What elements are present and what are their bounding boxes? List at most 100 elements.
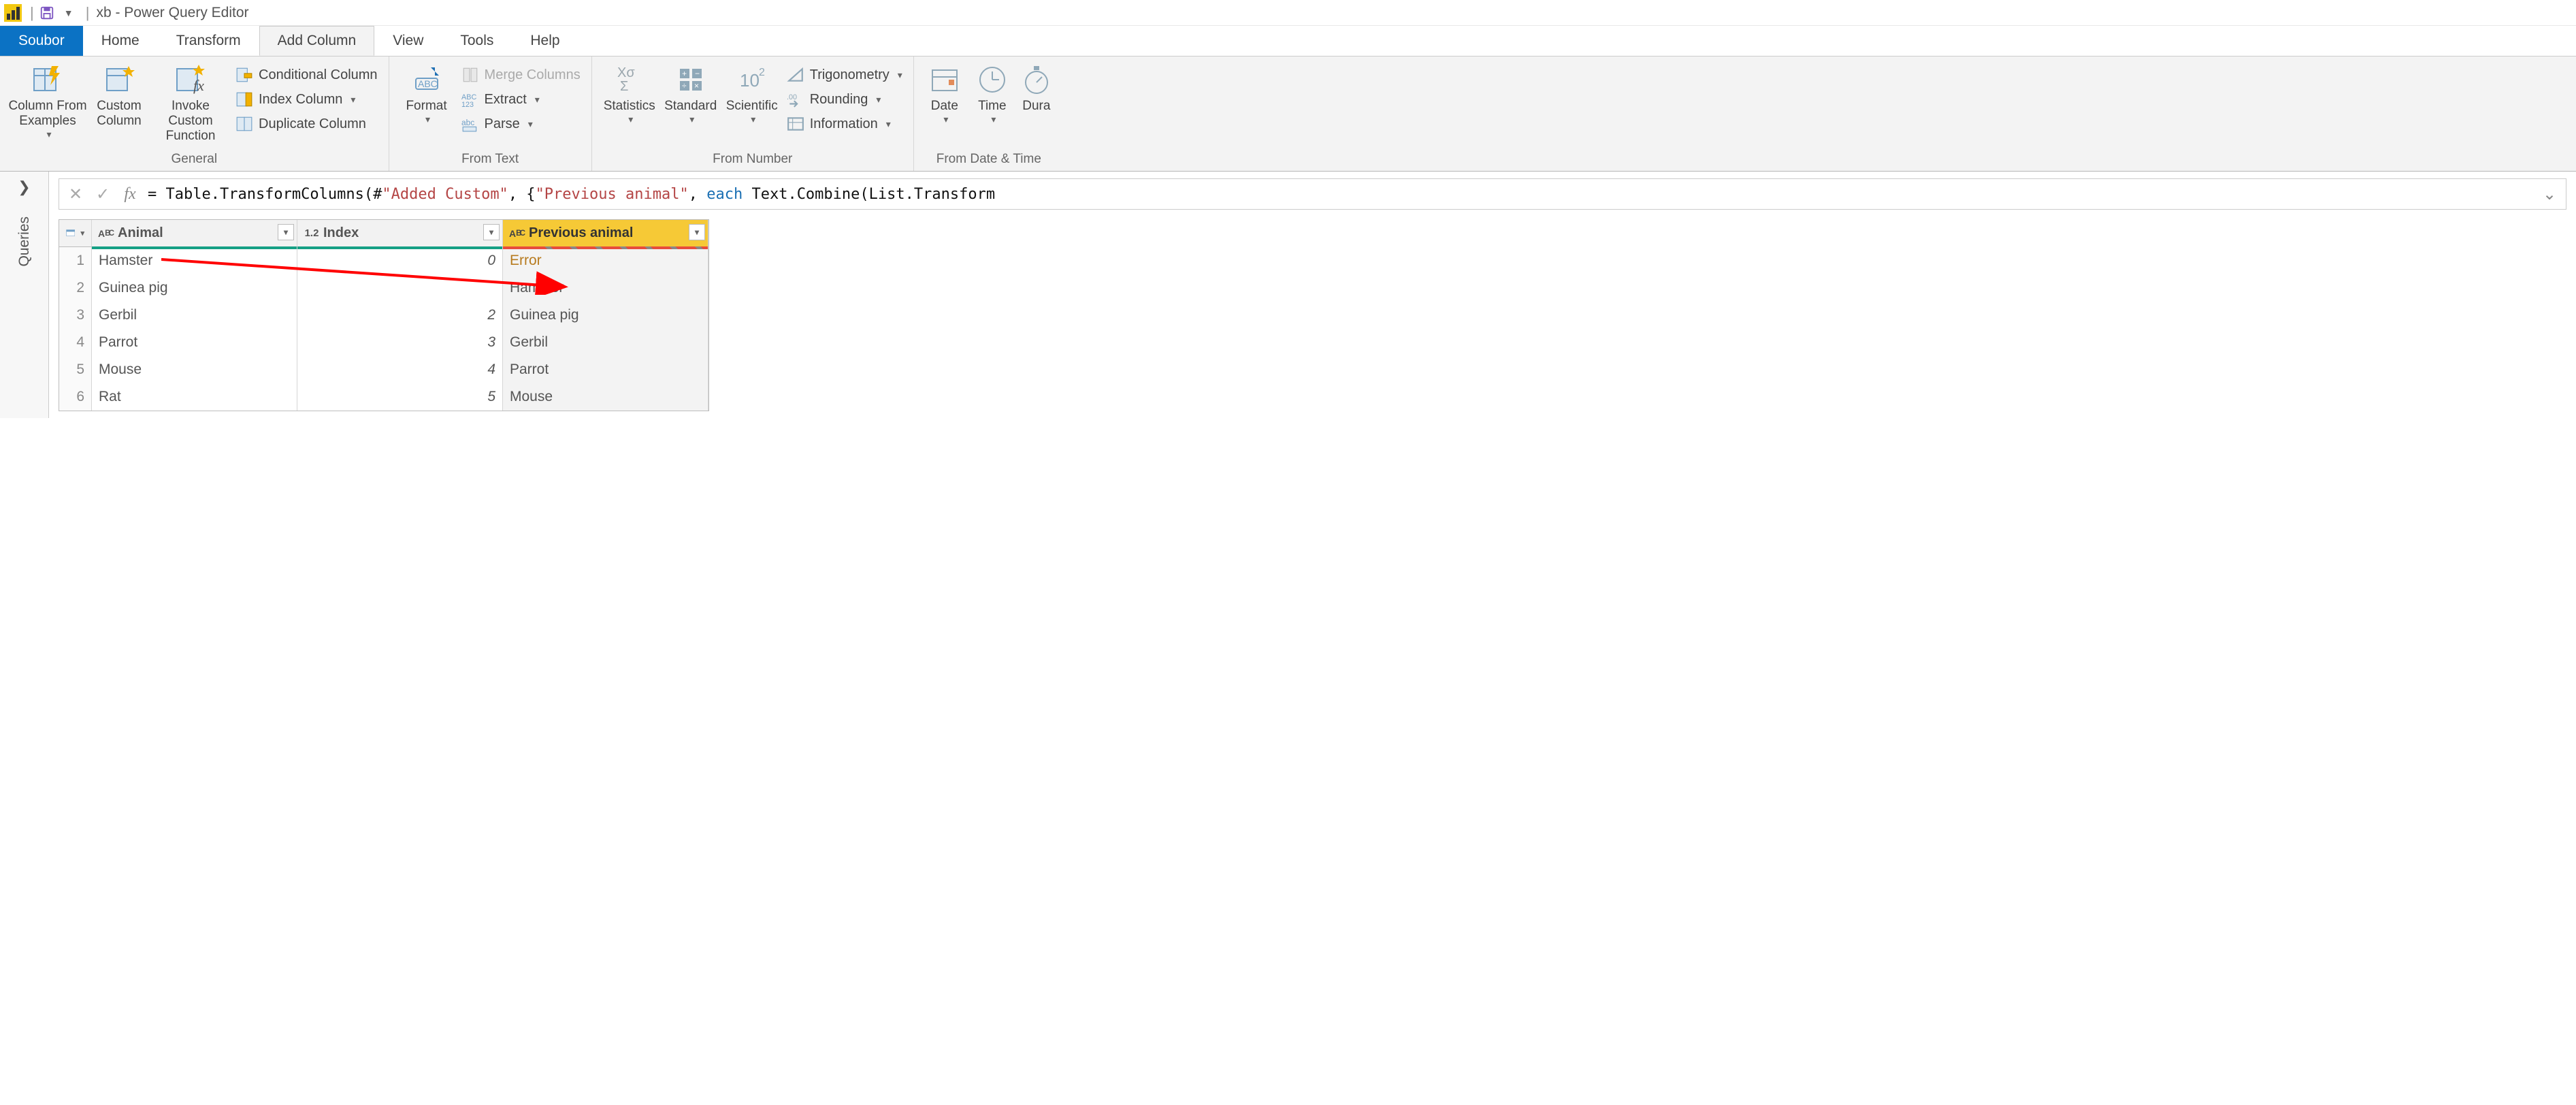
group-label: General: [7, 150, 382, 170]
expand-formula-button[interactable]: ⌄: [2540, 185, 2559, 204]
cell-index[interactable]: 4: [297, 356, 503, 383]
trigonometry-icon: [787, 66, 804, 84]
cell-animal[interactable]: Mouse: [92, 356, 297, 383]
time-button[interactable]: Time▾: [968, 61, 1016, 127]
cell-previous-animal[interactable]: Gerbil: [503, 329, 708, 356]
date-button[interactable]: Date▾: [921, 61, 968, 127]
scientific-button[interactable]: 102 Scientific▾: [721, 61, 783, 127]
window-title: xb - Power Query Editor: [96, 5, 248, 21]
filter-button[interactable]: ▾: [483, 224, 500, 240]
custom-column-button[interactable]: Custom Column: [88, 61, 150, 131]
cell-index[interactable]: 0: [297, 247, 503, 274]
merge-columns-button[interactable]: Merge Columns: [457, 63, 585, 86]
btn-label: Parse: [485, 116, 520, 132]
expand-queries-button[interactable]: ❯: [18, 178, 30, 196]
ribbon: Column From Examples▾ Custom Column fx I…: [0, 56, 2576, 172]
table-fx-icon: fx: [174, 63, 207, 96]
merge-columns-icon: [461, 66, 479, 84]
column-header-animal[interactable]: ABC Animal ▾: [92, 220, 297, 247]
filter-button[interactable]: ▾: [278, 224, 294, 240]
index-column-button[interactable]: Index Column▾: [231, 88, 382, 111]
tab-transform[interactable]: Transform: [158, 26, 259, 56]
invoke-custom-function-button[interactable]: fx Invoke Custom Function: [150, 61, 231, 146]
table-row[interactable]: 2Guinea pig Hamster: [59, 274, 708, 302]
cell-index[interactable]: [297, 274, 503, 302]
parse-button[interactable]: abc Parse▾: [457, 112, 585, 135]
svg-text:×: ×: [694, 81, 699, 91]
column-from-examples-button[interactable]: Column From Examples▾: [7, 61, 88, 142]
standard-button[interactable]: +−÷× Standard▾: [660, 61, 721, 127]
table-row[interactable]: 3Gerbil2Guinea pig: [59, 302, 708, 329]
chevron-down-icon: ▾: [350, 94, 355, 106]
format-button[interactable]: ABC Format▾: [396, 61, 457, 127]
format-icon: ABC: [410, 63, 443, 96]
cell-index[interactable]: 5: [297, 383, 503, 411]
extract-icon: ABC123: [461, 91, 479, 108]
btn-label: Duplicate Column: [259, 116, 366, 132]
table-row[interactable]: 6Rat5Mouse: [59, 383, 708, 411]
cell-previous-animal[interactable]: Parrot: [503, 356, 708, 383]
column-header-previous-animal[interactable]: ABC Previous animal ▾: [503, 220, 708, 247]
decimal-type-icon: 1.2: [304, 227, 319, 240]
tab-tools[interactable]: Tools: [442, 26, 512, 56]
chevron-down-icon: ▾: [898, 69, 902, 81]
cell-animal[interactable]: Gerbil: [92, 302, 297, 329]
cell-previous-animal[interactable]: Hamster: [503, 274, 708, 302]
conditional-column-button[interactable]: Conditional Column: [231, 63, 382, 86]
stopwatch-icon: [1020, 63, 1053, 96]
svg-text:÷: ÷: [682, 81, 687, 91]
btn-label: Date: [931, 99, 958, 114]
rounding-button[interactable]: .00 Rounding▾: [783, 88, 907, 111]
extract-button[interactable]: ABC123 Extract▾: [457, 88, 585, 111]
svg-text:123: 123: [461, 101, 474, 108]
tab-home[interactable]: Home: [83, 26, 158, 56]
cell-index[interactable]: 3: [297, 329, 503, 356]
table-star-icon: [103, 63, 135, 96]
btn-label: Column From Examples: [8, 99, 87, 129]
select-all-cell[interactable]: ▾: [59, 220, 92, 247]
btn-label: Scientific: [726, 99, 778, 114]
cancel-formula-button[interactable]: ✕: [66, 185, 85, 204]
table-row[interactable]: 5Mouse4Parrot: [59, 356, 708, 383]
duration-button[interactable]: Dura: [1016, 61, 1057, 116]
btn-label: Time: [978, 99, 1007, 114]
duplicate-column-button[interactable]: Duplicate Column: [231, 112, 382, 135]
save-button[interactable]: [38, 4, 56, 22]
qat-separator: |: [30, 4, 34, 22]
cell-previous-animal[interactable]: Error: [503, 247, 708, 274]
cell-animal[interactable]: Parrot: [92, 329, 297, 356]
tab-add-column[interactable]: Add Column: [259, 26, 375, 56]
cell-previous-animal[interactable]: Guinea pig: [503, 302, 708, 329]
information-button[interactable]: Information▾: [783, 112, 907, 135]
cell-animal[interactable]: Hamster: [92, 247, 297, 274]
ribbon-group-general: Column From Examples▾ Custom Column fx I…: [0, 57, 389, 171]
ribbon-group-from-number: XσΣ Statistics▾ +−÷× Standard▾ 102 Scien…: [592, 57, 914, 171]
btn-label: Standard: [664, 99, 717, 114]
qat-dropdown-icon[interactable]: ▼: [60, 4, 78, 22]
row-number: 2: [59, 274, 92, 302]
title-bar: | ▼ | xb - Power Query Editor: [0, 0, 2576, 26]
formula-input[interactable]: = Table.TransformColumns(#"Added Custom"…: [148, 186, 2532, 203]
table-row[interactable]: 4Parrot3Gerbil: [59, 329, 708, 356]
btn-label: Trigonometry: [810, 67, 890, 83]
cell-index[interactable]: 2: [297, 302, 503, 329]
chevron-down-icon: ▾: [528, 118, 533, 130]
commit-formula-button[interactable]: ✓: [93, 185, 112, 204]
cell-animal[interactable]: Rat: [92, 383, 297, 411]
tab-file[interactable]: Soubor: [0, 26, 83, 56]
chevron-down-icon: ▾: [943, 114, 948, 125]
index-column-icon: [235, 91, 253, 108]
trigonometry-button[interactable]: Trigonometry ▾: [783, 63, 907, 86]
cell-animal[interactable]: Guinea pig: [92, 274, 297, 302]
filter-button[interactable]: ▾: [689, 224, 705, 240]
cell-previous-animal[interactable]: Mouse: [503, 383, 708, 411]
statistics-button[interactable]: XσΣ Statistics▾: [599, 61, 660, 127]
rounding-icon: .00: [787, 91, 804, 108]
chevron-down-icon: ▾: [751, 114, 755, 125]
tab-help[interactable]: Help: [512, 26, 578, 56]
column-header-index[interactable]: 1.2 Index ▾: [297, 220, 503, 247]
scientific-icon: 102: [736, 63, 768, 96]
tab-view[interactable]: View: [374, 26, 442, 56]
svg-text:.00: .00: [787, 93, 797, 101]
table-row[interactable]: 1Hamster0Error: [59, 247, 708, 274]
